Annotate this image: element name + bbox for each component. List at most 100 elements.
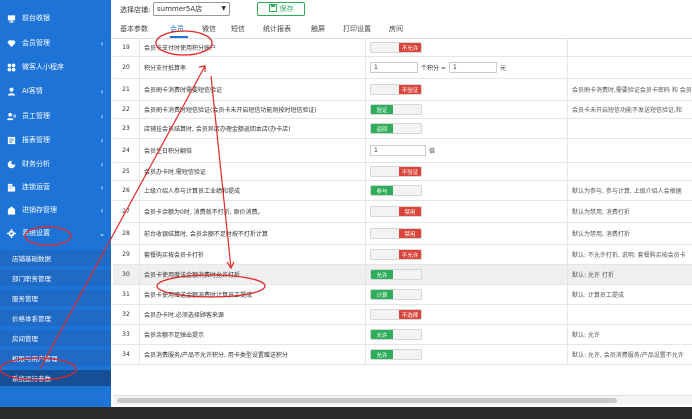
- unit-label: 元: [499, 65, 506, 72]
- tab-5[interactable]: 触屏: [311, 24, 325, 34]
- sidebar-item-3[interactable]: AI客情 ‹: [0, 82, 111, 100]
- sidebar-subitem-5[interactable]: 权限与用户管理: [0, 350, 111, 366]
- sidebar-item-1[interactable]: 会员管理 ‹: [0, 34, 111, 52]
- setting-name: 店铺挂会员结算时, 会员异店办理金额返回本店(办卡店): [140, 119, 366, 138]
- row-number: 21: [113, 79, 140, 100]
- setting-name: 会员卡支付时使用积分账户: [140, 39, 366, 56]
- table-row: 25 会员办卡时,需短信验证 不验证: [113, 163, 692, 181]
- toggle-switch[interactable]: 参与: [370, 185, 422, 196]
- sidebar-item-2[interactable]: 微客人小程序: [0, 58, 111, 76]
- toggle-knob: [393, 270, 421, 279]
- tab-3[interactable]: 短信: [231, 24, 245, 34]
- sidebar-item-5[interactable]: 报表管理 ‹: [0, 131, 111, 149]
- rate-label: 个积分 =: [421, 65, 446, 72]
- setting-description: 默认: 允许, 会员消费服务/产品设置不允许: [572, 352, 684, 359]
- toggle-switch[interactable]: 验证: [370, 104, 422, 115]
- toggle-on-label: 允许: [371, 350, 393, 359]
- tab-2[interactable]: 微信: [202, 24, 216, 34]
- sidebar-subitem-0[interactable]: 店铺基础数据: [0, 250, 111, 266]
- pie-chart-icon: [6, 159, 16, 169]
- sidebar-subitem-3[interactable]: 价格体系管理: [0, 310, 111, 326]
- sidebar-item-7[interactable]: 连锁运营 ‹: [0, 178, 111, 196]
- row-number: 24: [113, 139, 140, 162]
- toggle-switch[interactable]: 允许: [370, 329, 422, 340]
- sidebar-item-6[interactable]: 财务分析 ‹: [0, 155, 111, 173]
- table-row: 34 会员消费服务/产品不允许积分, 用卡类型设置赠送积分 允许 默认: 允许, 会员…: [113, 345, 692, 365]
- setting-control: 允许: [366, 265, 568, 284]
- table-row: 26 上级介绍人参与计算员工业绩和提成 参与 默认为参与, 参与计算, 上级介绍人会根…: [113, 181, 692, 201]
- tab-0[interactable]: 基本参数: [120, 24, 148, 34]
- setting-control: 不验证: [366, 163, 568, 180]
- toggle-off-label: 不允许: [399, 43, 421, 52]
- table-row: 31 会员卡使用赠送金额消费时计算员工提成 计算 默认: 计算员工提成: [113, 285, 692, 305]
- multiplier-input[interactable]: 1: [370, 145, 426, 156]
- toggle-switch[interactable]: 不验证: [370, 84, 422, 95]
- sidebar-item-4[interactable]: 员工管理 ‹: [0, 107, 111, 125]
- sidebar-item-8[interactable]: 进销存管理 ‹: [0, 201, 111, 219]
- chevron-icon: ‹: [100, 135, 104, 145]
- sidebar-item-label: 前台收银: [22, 14, 50, 22]
- sidebar-item-9[interactable]: 系统设置 ⌄: [0, 224, 111, 242]
- sidebar: 前台收银会员管理 ‹ 微客人小程序 AI客情 ‹ 员工管理 ‹ 报表管理 ‹ 财务分析 ‹ 连锁运营 ‹…: [0, 0, 111, 419]
- setting-control: 返回: [366, 119, 568, 138]
- row-number: 29: [113, 245, 140, 264]
- setting-name: 上级介绍人参与计算员工业绩和提成: [140, 181, 366, 200]
- setting-description: 默认为参与, 参与计算, 上级介绍人会根据: [572, 188, 682, 195]
- toggle-switch[interactable]: 禁用: [370, 206, 422, 217]
- row-number: 31: [113, 285, 140, 304]
- chevron-icon: ‹: [100, 182, 104, 192]
- toggle-on-label: 允许: [371, 270, 393, 279]
- setting-name: 前台收银结算时, 会员余额不足时按不打折计算: [140, 223, 366, 244]
- setting-description: [568, 39, 692, 56]
- setting-control: 不允许: [366, 245, 568, 264]
- setting-description: [568, 163, 692, 180]
- toggle-knob: [393, 290, 421, 299]
- setting-description: 默认: 允许 打折: [572, 272, 614, 279]
- sidebar-subitem-6[interactable]: 系统运行参数: [0, 370, 111, 386]
- sidebar-item-label: 微客人小程序: [22, 63, 64, 71]
- toggle-off-label: 不验证: [399, 167, 421, 176]
- store-select[interactable]: summer5A店 ▼: [153, 2, 230, 16]
- tab-7[interactable]: 房间: [389, 24, 403, 34]
- active-tab-indicator: [170, 36, 188, 38]
- row-number: 20: [113, 57, 140, 78]
- toggle-switch[interactable]: 不选择: [370, 309, 422, 320]
- points-input[interactable]: 1: [370, 62, 418, 73]
- save-icon: [268, 4, 277, 14]
- toggle-switch[interactable]: 返回: [370, 123, 422, 134]
- tab-4[interactable]: 统计报表: [263, 24, 291, 34]
- toggle-switch[interactable]: 允许: [370, 269, 422, 280]
- table-row: 28 前台收银结算时, 会员余额不足时按不打折计算 禁用 默认为禁用, 消费打折: [113, 223, 692, 245]
- toggle-switch[interactable]: 不允许: [370, 42, 422, 53]
- table-row: 27 会员卡余额为0时, 消费就不打折, 原价消费。 禁用 默认为禁用, 消费打折: [113, 201, 692, 223]
- setting-control: 不选择: [366, 305, 568, 324]
- chevron-icon: ‹: [100, 38, 104, 48]
- setting-description: 默认: 不允许打折, 说明: 套餐购买按会员卡: [572, 252, 686, 259]
- row-number: 25: [113, 163, 140, 180]
- tab-1[interactable]: 会员: [170, 24, 184, 34]
- tab-6[interactable]: 打印设置: [343, 24, 371, 34]
- toggle-knob: [371, 43, 399, 52]
- toggle-switch[interactable]: 不允许: [370, 249, 422, 260]
- toggle-switch[interactable]: 计算: [370, 289, 422, 300]
- row-number: 23: [113, 119, 140, 138]
- sidebar-subitem-1[interactable]: 部门职务管理: [0, 270, 111, 286]
- yuan-input[interactable]: 1: [448, 62, 497, 73]
- store-select-value: summer5A店: [157, 5, 203, 13]
- apps-icon: [6, 62, 16, 72]
- setting-control: 允许: [366, 325, 568, 344]
- toggle-switch[interactable]: 不验证: [370, 166, 422, 177]
- table-row: 32 会员办卡时,必须选择顾客来源 不选择: [113, 305, 692, 325]
- horizontal-scrollbar[interactable]: [113, 395, 692, 405]
- toggle-switch[interactable]: 允许: [370, 349, 422, 360]
- staff-icon: [6, 111, 16, 121]
- scrollbar-thumb[interactable]: [117, 398, 617, 403]
- sidebar-subitem-4[interactable]: 房间管理: [0, 330, 111, 346]
- toggle-on-label: 计算: [371, 290, 393, 299]
- save-button[interactable]: 保存: [257, 2, 305, 16]
- sidebar-subitem-2[interactable]: 服务管理: [0, 290, 111, 306]
- chevron-icon: ‹: [100, 86, 104, 96]
- sidebar-item-0[interactable]: 前台收银: [0, 9, 111, 27]
- toggle-switch[interactable]: 禁用: [370, 228, 422, 239]
- chevron-icon: ‹: [100, 159, 104, 169]
